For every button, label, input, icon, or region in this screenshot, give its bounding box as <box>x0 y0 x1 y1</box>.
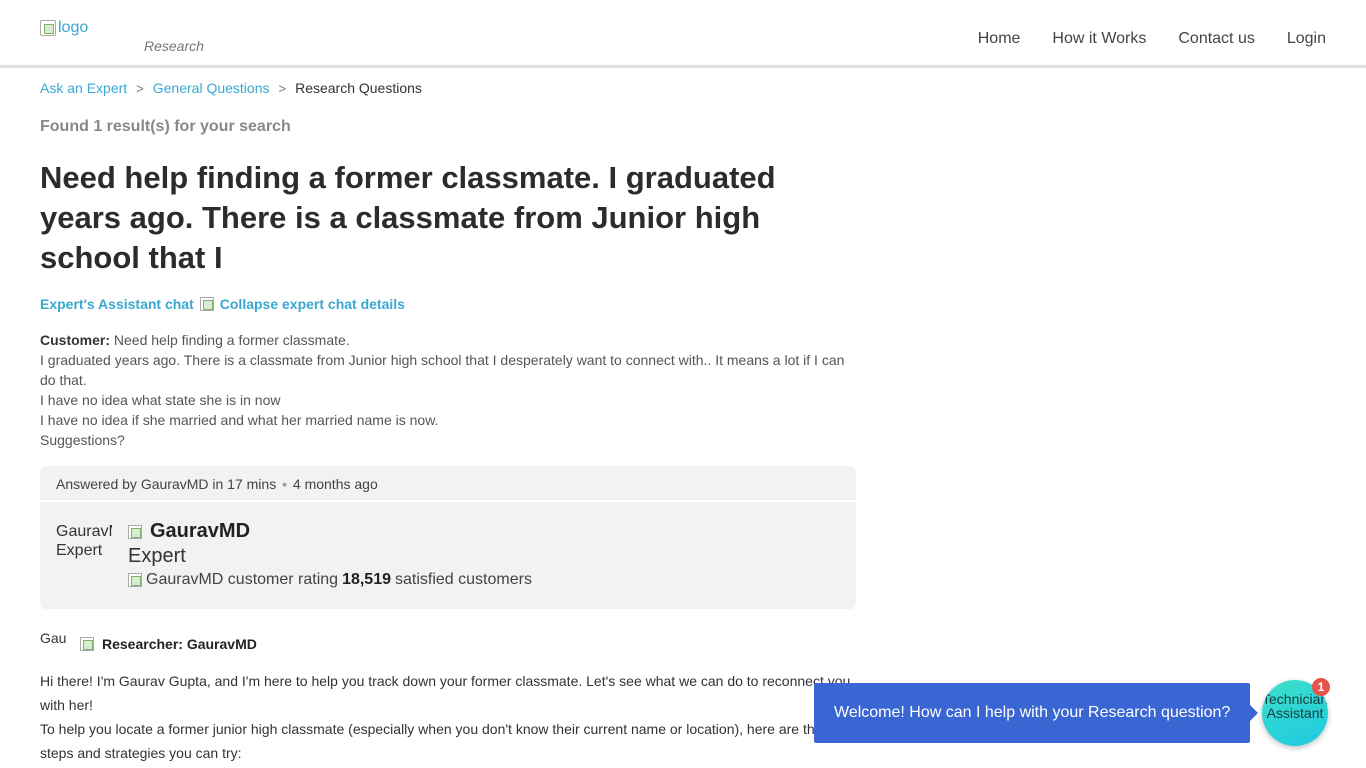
search-result-count: Found 1 result(s) for your search <box>40 118 291 135</box>
researcher-avatar: Gau <box>40 630 67 646</box>
customer-line: I have no idea if she married and what h… <box>40 412 439 428</box>
rating-stars-icon <box>128 573 142 587</box>
nav-contact-us[interactable]: Contact us <box>1178 30 1254 48</box>
chevron-right-icon: > <box>136 80 144 96</box>
header-divider <box>0 65 1366 68</box>
expert-info: GauravMD Expert GauravMD customer rating… <box>128 520 532 589</box>
expert-avatar[interactable]: GauravMD Expert <box>56 522 112 574</box>
chat-welcome-bubble[interactable]: Welcome! How can I help with your Resear… <box>814 683 1258 743</box>
customer-line: I have no idea what state she is in now <box>40 392 281 408</box>
answer-body: Hi there! I'm Gaurav Gupta, and I'm here… <box>40 669 855 765</box>
main-nav: Home How it Works Contact us Login <box>978 30 1326 48</box>
site-logo[interactable]: logo <box>40 19 88 37</box>
question-title: Need help finding a former classmate. I … <box>40 160 776 275</box>
breadcrumb-ask-an-expert[interactable]: Ask an Expert <box>40 80 127 96</box>
chat-label-text: Expert's Assistant chat <box>40 296 194 312</box>
expert-chat-toggle[interactable]: Expert's Assistant chat Collapse expert … <box>40 296 405 312</box>
answer-time-ago: 4 months ago <box>292 476 378 492</box>
collapse-alt-text[interactable]: Collapse expert chat details <box>220 296 405 312</box>
rating-alt-text: GauravMD customer rating <box>146 571 339 588</box>
breadcrumb-current: Research Questions <box>295 80 422 96</box>
section-label: Research <box>144 38 204 54</box>
expert-role: Expert <box>128 545 186 567</box>
nav-home[interactable]: Home <box>978 30 1021 48</box>
satisfied-label: satisfied customers <box>395 571 532 588</box>
site-header: logo Research Home How it Works Contact … <box>0 0 1366 65</box>
customer-line: I graduated years ago. There is a classm… <box>40 352 845 388</box>
answer-paragraph: To help you locate a former junior high … <box>40 721 823 761</box>
chat-notification-badge: 1 <box>1312 678 1330 696</box>
answer-card: Answered by GauravMD in 17 mins • 4 mont… <box>40 466 856 609</box>
bullet-separator: • <box>282 476 287 492</box>
answer-paragraph: Hi there! I'm Gaurav Gupta, and I'm here… <box>40 673 851 713</box>
nav-login[interactable]: Login <box>1287 30 1326 48</box>
chevron-right-icon: > <box>278 80 287 96</box>
verified-icon <box>128 524 142 539</box>
breadcrumb: Ask an Expert > General Questions > Rese… <box>40 80 422 96</box>
researcher-header: Gau Researcher: GauravMD <box>40 630 257 658</box>
expert-name[interactable]: GauravMD <box>150 520 250 543</box>
broken-image-icon <box>40 20 56 36</box>
logo-alt-text: logo <box>58 19 89 36</box>
breadcrumb-general-questions[interactable]: General Questions <box>153 80 270 96</box>
customer-line: Need help finding a former classmate. <box>113 332 350 348</box>
expert-name-row: GauravMD <box>128 520 532 543</box>
nav-how-it-works[interactable]: How it Works <box>1052 30 1146 48</box>
researcher-badge-icon <box>80 637 94 651</box>
answer-meta: Answered by GauravMD in 17 mins • 4 mont… <box>40 466 856 502</box>
researcher-label: Researcher: GauravMD <box>102 636 257 652</box>
customer-label: Customer: <box>40 332 111 348</box>
expert-rating: GauravMD customer rating 18,519 satisfie… <box>128 571 532 589</box>
customer-question: Customer: Need help finding a former cla… <box>40 330 855 450</box>
collapse-icon[interactable] <box>199 297 214 311</box>
satisfied-count: 18,519 <box>342 571 391 588</box>
customer-line: Suggestions? <box>40 432 125 448</box>
researcher-name-row: Researcher: GauravMD <box>80 636 257 652</box>
answered-by: Answered by GauravMD in 17 mins <box>56 476 277 492</box>
